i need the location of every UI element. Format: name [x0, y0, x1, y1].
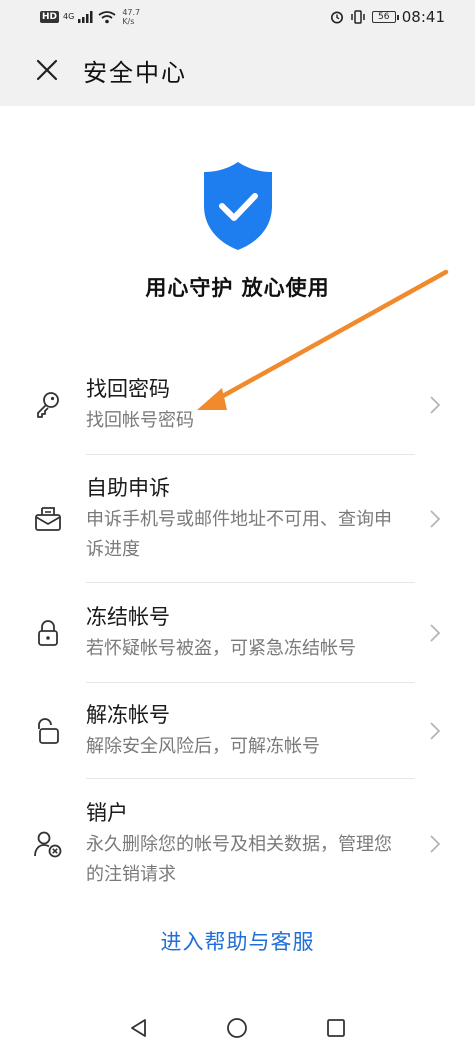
network-type: 4G	[63, 12, 75, 21]
wifi-icon	[98, 10, 116, 23]
help-and-service-link[interactable]: 进入帮助与客服	[0, 926, 475, 956]
chevron-right-icon	[428, 621, 442, 645]
item-desc: 永久删除您的帐号及相关数据，管理您的注销请求	[86, 834, 392, 885]
chevron-right-icon	[428, 832, 442, 856]
signal-icon	[78, 11, 93, 23]
item-text: 解冻帐号 解除安全风险后，可解冻帐号	[86, 700, 406, 762]
back-triangle-icon	[131, 1018, 147, 1037]
item-desc: 申诉手机号或邮件地址不可用、查询申诉进度	[86, 509, 392, 560]
item-text: 自助申诉 申诉手机号或邮件地址不可用、查询申诉进度	[86, 473, 406, 565]
status-right: 56 08:41	[330, 8, 445, 26]
alarm-icon	[330, 11, 343, 24]
speed-value: 47.7	[122, 8, 141, 17]
vibrate-icon	[351, 10, 365, 24]
item-title: 解冻帐号	[86, 703, 170, 727]
list-item-self-appeal[interactable]: 自助申诉 申诉手机号或邮件地址不可用、查询申诉进度	[0, 455, 475, 583]
chevron-right-icon	[428, 393, 442, 417]
battery-indicator: 56	[371, 11, 399, 23]
page-title: 安全中心	[83, 58, 187, 87]
item-desc: 若怀疑帐号被盗，可紧急冻结帐号	[86, 638, 356, 659]
appeal-envelope-icon	[33, 504, 63, 534]
system-navbar	[0, 1000, 475, 1055]
item-desc: 解除安全风险后，可解冻帐号	[86, 736, 320, 757]
user-delete-icon	[33, 829, 63, 859]
close-button[interactable]	[33, 56, 61, 84]
chevron-right-icon	[428, 719, 442, 743]
home-circle-icon	[227, 1017, 248, 1038]
item-title: 销户	[86, 801, 128, 825]
list-item-recover-password[interactable]: 找回密码 找回帐号密码	[0, 355, 475, 455]
list-item-freeze-account[interactable]: 冻结帐号 若怀疑帐号被盗，可紧急冻结帐号	[0, 583, 475, 683]
network-speed: 47.7 K/s	[122, 8, 140, 26]
status-bar: HD 4G 47.7 K/s 56 08:41	[0, 0, 475, 34]
status-left: HD 4G 47.7 K/s	[40, 8, 140, 26]
header-bar: 安全中心	[0, 34, 475, 106]
chevron-right-icon	[428, 507, 442, 531]
unlock-icon	[33, 716, 63, 746]
clock: 08:41	[401, 8, 445, 26]
shield-check-icon	[200, 160, 276, 252]
item-title: 找回密码	[86, 377, 170, 401]
item-text: 找回密码 找回帐号密码	[86, 374, 406, 436]
list-item-unfreeze-account[interactable]: 解冻帐号 解除安全风险后，可解冻帐号	[0, 683, 475, 779]
recents-square-icon	[326, 1018, 345, 1037]
lock-icon	[33, 618, 63, 648]
hero-section: 用心守护 放心使用	[0, 160, 475, 302]
list-item-delete-account[interactable]: 销户 永久删除您的帐号及相关数据，管理您的注销请求	[0, 779, 475, 909]
speed-unit: K/s	[122, 17, 135, 26]
key-icon	[33, 390, 63, 420]
hd-badge: HD	[40, 11, 60, 23]
home-nav-button[interactable]	[222, 1013, 252, 1043]
item-title: 冻结帐号	[86, 605, 170, 629]
back-nav-button[interactable]	[124, 1013, 154, 1043]
item-title: 自助申诉	[86, 476, 170, 500]
item-desc: 找回帐号密码	[86, 410, 194, 431]
security-options-list: 找回密码 找回帐号密码 自助申诉 申诉手机号或邮件地址不可用、查询申诉进度 冻结…	[0, 355, 475, 909]
item-text: 冻结帐号 若怀疑帐号被盗，可紧急冻结帐号	[86, 602, 406, 664]
recents-nav-button[interactable]	[321, 1013, 351, 1043]
item-text: 销户 永久删除您的帐号及相关数据，管理您的注销请求	[86, 798, 406, 890]
slogan: 用心守护 放心使用	[145, 276, 330, 300]
close-icon	[36, 59, 58, 81]
